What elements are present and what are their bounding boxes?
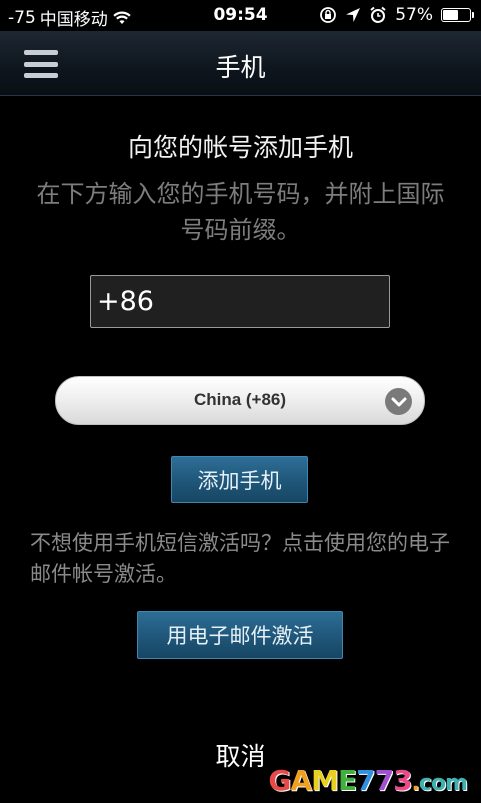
page-title: 手机 bbox=[215, 53, 266, 82]
orientation-lock-icon bbox=[320, 7, 337, 23]
add-phone-button[interactable]: 添加手机 bbox=[171, 456, 308, 503]
alarm-icon bbox=[370, 6, 386, 23]
country-select-label: China (+86) bbox=[193, 390, 287, 409]
chevron-down-icon bbox=[385, 388, 412, 415]
battery-icon bbox=[441, 8, 474, 22]
country-select[interactable]: China (+86) bbox=[55, 376, 425, 425]
battery-fill bbox=[443, 10, 458, 20]
battery-percent: 57% bbox=[395, 5, 433, 25]
email-activate-button[interactable]: 用电子邮件激活 bbox=[137, 611, 343, 659]
section-heading: 向您的帐号添加手机 bbox=[127, 133, 353, 162]
phone-number-input[interactable] bbox=[90, 275, 390, 328]
location-arrow-icon bbox=[346, 8, 361, 22]
status-bar: -75 中国移动 09:54 57% bbox=[0, 0, 481, 31]
instructions-text: 在下方输入您的手机号码，并附上国际号码前缀。 bbox=[36, 180, 445, 244]
nav-bar: 手机 bbox=[0, 31, 481, 96]
watermark-logo: GAME773.com bbox=[268, 764, 468, 797]
status-right: 57% bbox=[319, 5, 474, 25]
email-alternative-text: 不想使用手机短信激活吗？点击使用您的电子邮件帐号激活。 bbox=[30, 531, 450, 586]
